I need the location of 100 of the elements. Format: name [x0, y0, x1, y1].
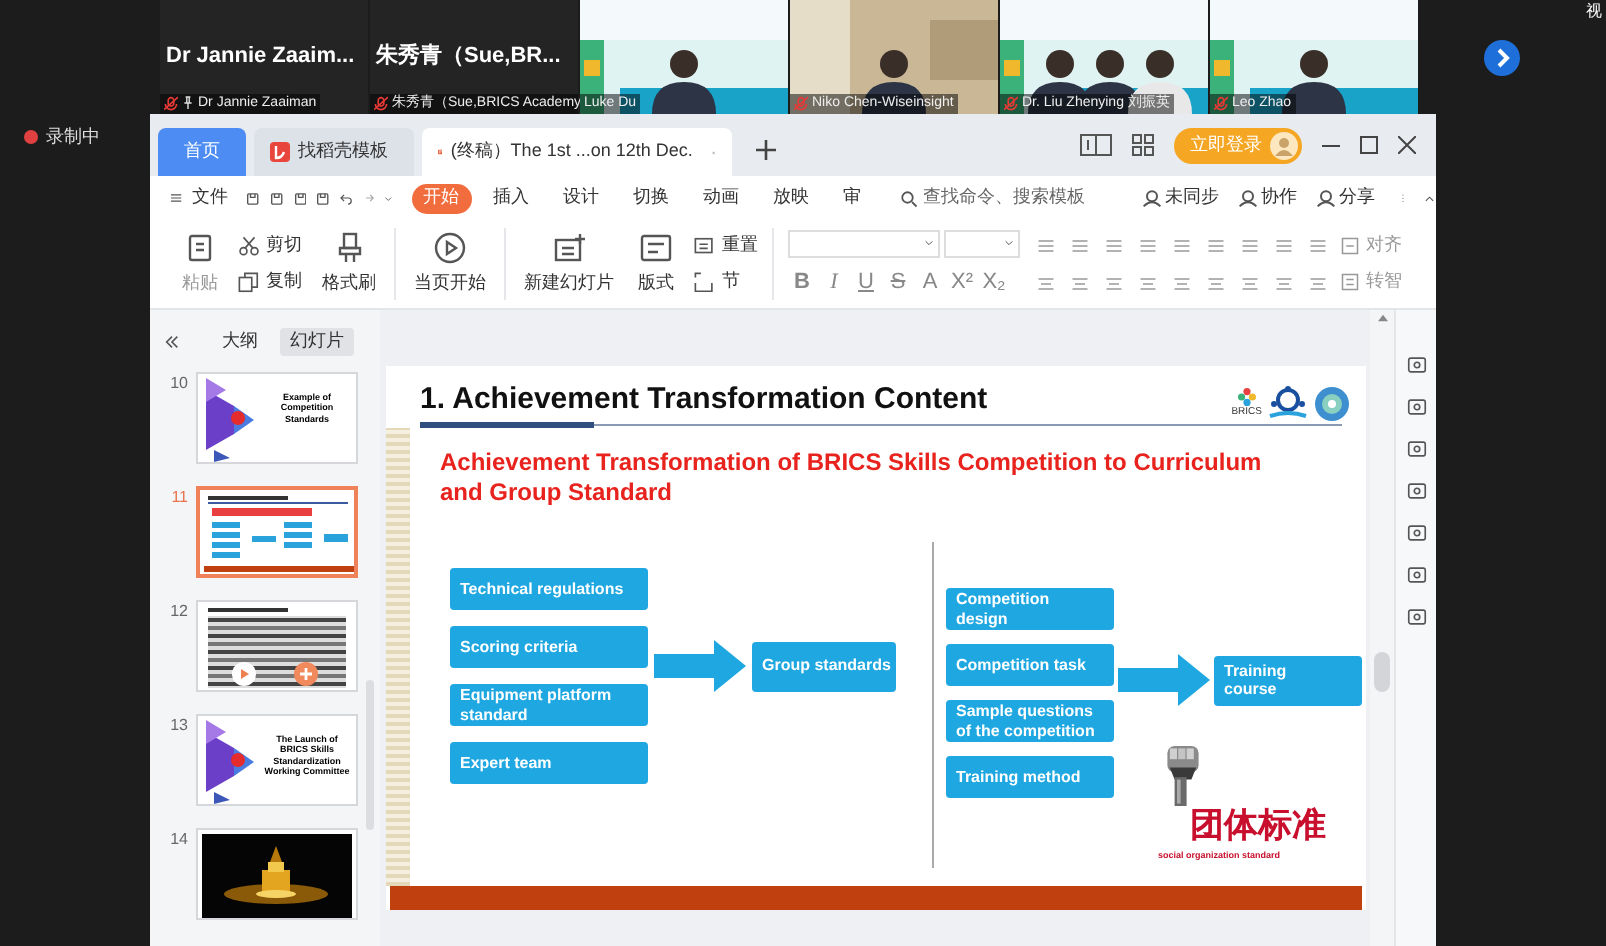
- clipboard-icon[interactable]: [184, 231, 216, 264]
- ribbon-tab[interactable]: 放映: [761, 183, 822, 213]
- dropdown-icon[interactable]: [924, 238, 934, 249]
- participant-display-name: Dr Jannie Zaaim...: [166, 42, 355, 73]
- new-slide-icon[interactable]: [553, 231, 585, 264]
- slide-heading: Achievement Transformation of BRICS Skills Competition to Curriculum and Group Standard: [438, 446, 1264, 508]
- collapse-panel-icon[interactable]: [164, 334, 180, 350]
- cut-button[interactable]: 剪切: [238, 228, 302, 264]
- slide-number: 10: [168, 372, 188, 396]
- participant-display-name: 朱秀青（Sue,BR...: [376, 41, 561, 73]
- ribbon-tab[interactable]: 设计: [551, 183, 612, 213]
- muted-mic-icon: [794, 95, 808, 112]
- ribbon-tab[interactable]: 插入: [481, 183, 542, 213]
- search-icon[interactable]: [899, 189, 918, 207]
- slide-number: 12: [168, 600, 188, 624]
- maximize-icon[interactable]: [1360, 136, 1378, 154]
- flower-logo-icon: [1237, 387, 1256, 406]
- template-logo-icon: [270, 142, 290, 162]
- ribbon-tab[interactable]: 审: [831, 183, 874, 213]
- pin-icon: [182, 96, 194, 111]
- layout-icon[interactable]: [1080, 134, 1112, 156]
- brush-icon[interactable]: [333, 231, 365, 264]
- triangles-drawing: [206, 720, 258, 804]
- slide-number: 13: [168, 714, 188, 738]
- diagram-box: Training course: [1214, 655, 1362, 705]
- format-button[interactable]: S: [884, 265, 912, 299]
- format-button[interactable]: B: [788, 265, 816, 299]
- tab-label: 找稻壳模板: [298, 138, 388, 165]
- copy-icon[interactable]: [238, 271, 260, 293]
- diagram-box: Group standards: [752, 641, 896, 691]
- search-field[interactable]: 查找命令、搜索模板: [899, 184, 1124, 212]
- diagram-box: Competition task: [946, 644, 1114, 686]
- document-tab[interactable]: (终稿）The 1st ...on 12th Dec.: [422, 128, 732, 176]
- molecule-logo-icon: [1266, 386, 1310, 422]
- dropdown-icon[interactable]: [1004, 238, 1014, 249]
- format-button[interactable]: X²: [948, 265, 976, 299]
- menu-icon[interactable]: [170, 188, 183, 208]
- section-button[interactable]: 节: [694, 264, 758, 300]
- new-slide-button[interactable]: 新建幻灯片: [512, 220, 626, 308]
- triangles-drawing: [206, 378, 258, 462]
- save-icon[interactable]: [246, 187, 260, 209]
- muted-mic-icon: [1004, 95, 1018, 112]
- grid-icon[interactable]: [1132, 134, 1154, 156]
- person-icon[interactable]: [1237, 188, 1258, 208]
- avatar-icon: [1270, 131, 1298, 159]
- reset-icon[interactable]: [694, 235, 716, 257]
- recording-icon: [24, 130, 38, 145]
- muted-mic-icon: [164, 95, 178, 112]
- panel-tab[interactable]: 幻灯片: [280, 328, 354, 356]
- add-tab-icon[interactable]: [756, 140, 776, 160]
- corner-text: 视: [1586, 0, 1602, 24]
- diagram-box: Expert team: [450, 742, 648, 784]
- diagram-box: Sample questions of the competition: [946, 700, 1114, 742]
- diagram-box: Training method: [946, 756, 1114, 798]
- globe-logo-icon: [1314, 386, 1350, 422]
- recording-label: 录制中: [46, 124, 100, 150]
- slide-number: 14: [168, 828, 188, 852]
- format-painter-button[interactable]: 格式刷: [310, 220, 388, 308]
- block-arrow: [654, 640, 746, 692]
- ribbon-tab[interactable]: 动画: [691, 183, 752, 213]
- format-button[interactable]: X₂: [980, 265, 1008, 299]
- play-button[interactable]: 当页开始: [402, 220, 498, 308]
- slide-title: 1. Achievement Transformation Content: [420, 379, 988, 419]
- tab-label: (终稿）The 1st ...on 12th Dec.: [450, 138, 693, 165]
- slide-number: 11: [169, 486, 188, 510]
- play-icon[interactable]: [232, 662, 256, 686]
- scroll-up-icon[interactable]: [1377, 314, 1387, 322]
- copy-button[interactable]: 复制: [238, 264, 302, 300]
- diagram-box: Competition design: [946, 588, 1114, 630]
- font-size-field[interactable]: [944, 229, 1020, 258]
- play-icon[interactable]: [434, 231, 466, 264]
- layout-button[interactable]: 版式: [626, 220, 686, 308]
- reset-button[interactable]: 重置: [694, 228, 758, 264]
- scissors-icon[interactable]: [238, 235, 260, 257]
- ribbon-tab[interactable]: 切换: [621, 183, 682, 213]
- stamp-title: 团体标准: [1190, 808, 1326, 842]
- close-icon[interactable]: [1398, 136, 1416, 154]
- next-icon[interactable]: [1484, 39, 1520, 75]
- block-arrow: [1118, 654, 1210, 706]
- format-button[interactable]: U: [852, 265, 880, 299]
- file-menu[interactable]: 文件: [192, 184, 229, 212]
- add-icon[interactable]: [294, 662, 318, 686]
- format-button[interactable]: I: [820, 265, 848, 299]
- align-icon[interactable]: [1340, 236, 1360, 256]
- toolbar-button[interactable]: 协作: [1237, 184, 1298, 212]
- format-button[interactable]: A: [916, 265, 944, 299]
- diagram-box: Scoring criteria: [450, 626, 648, 668]
- diagram-box: Equipment platform standard: [450, 684, 648, 726]
- layout-icon[interactable]: [640, 231, 672, 264]
- muted-mic-icon: [1214, 95, 1228, 112]
- scrollbar-thumb[interactable]: [1374, 652, 1390, 692]
- section-icon[interactable]: [694, 271, 716, 293]
- muted-mic-icon: [374, 95, 388, 112]
- font-name-field[interactable]: [788, 229, 940, 258]
- toolbar-button[interactable]: 分享: [1315, 184, 1376, 212]
- document-tab[interactable]: 找稻壳模板: [254, 128, 414, 176]
- toolbar-button[interactable]: 未同步: [1141, 184, 1220, 212]
- dropdown-icon[interactable]: [384, 191, 394, 205]
- diagram-box: Technical regulations: [450, 568, 648, 610]
- panel-tab[interactable]: 大纲: [212, 328, 268, 356]
